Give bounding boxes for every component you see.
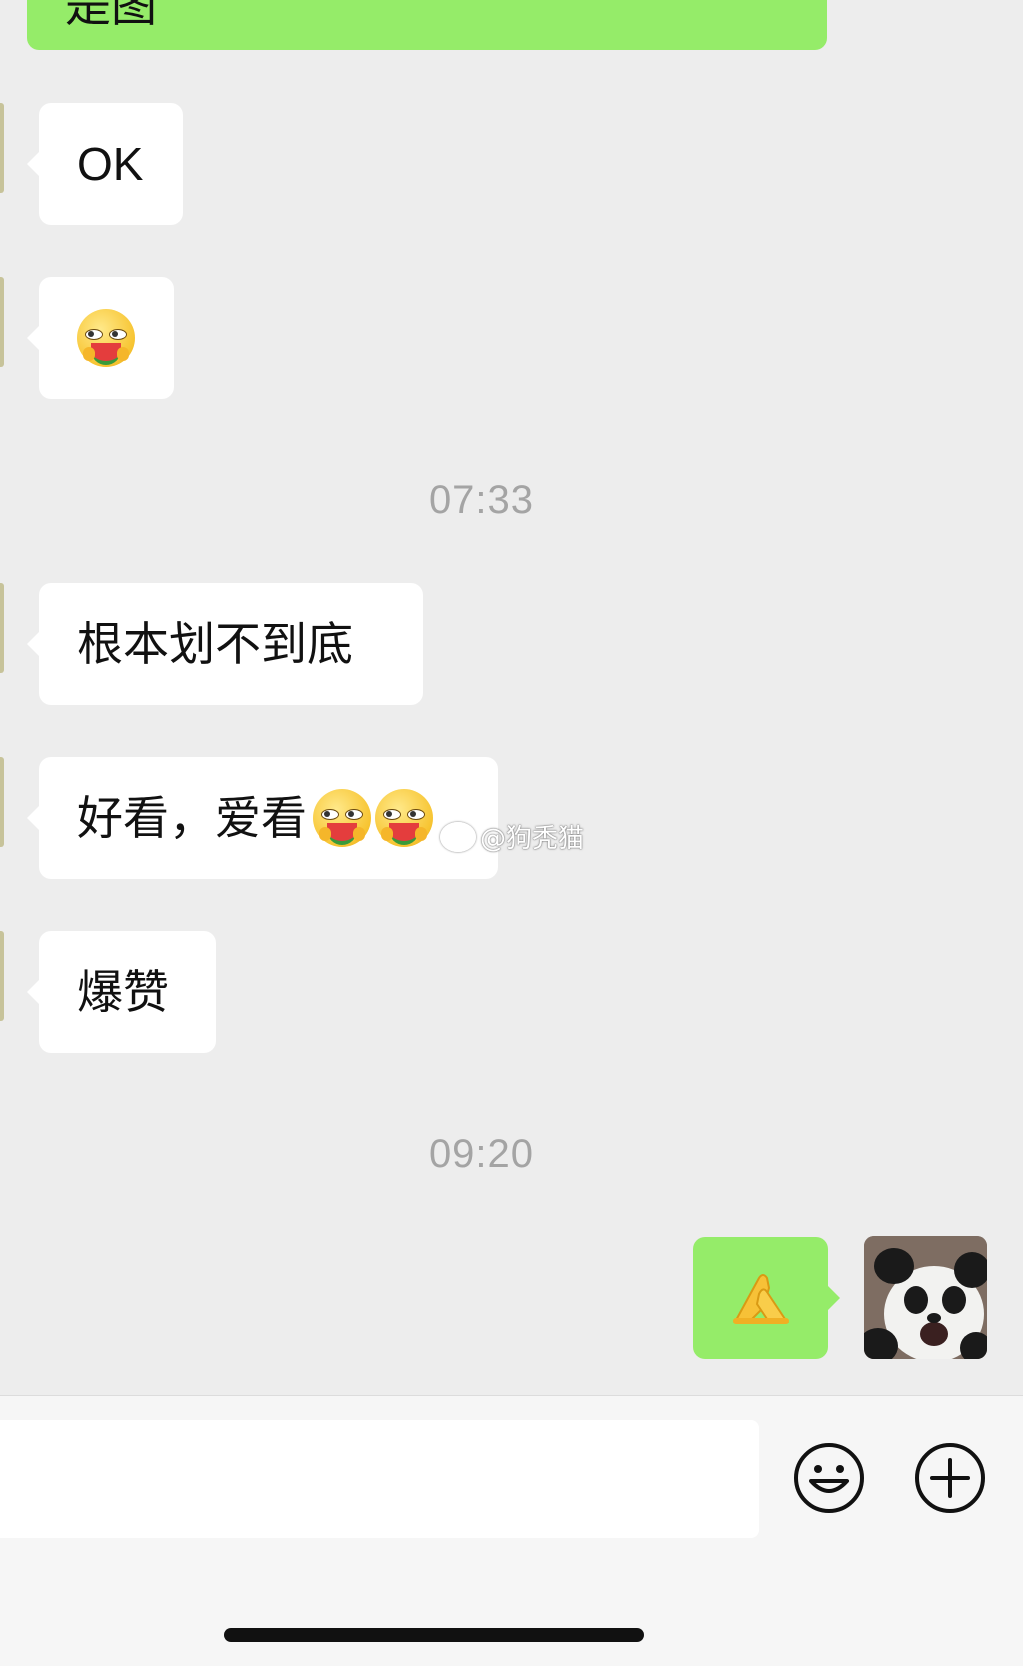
avatar[interactable] bbox=[0, 931, 4, 1021]
input-bar bbox=[0, 1395, 1023, 1666]
message-text: OK bbox=[77, 138, 144, 190]
watermark-text: @狗秃猫 bbox=[480, 824, 585, 854]
message-bubble-text[interactable]: 根本划不到底 bbox=[27, 583, 423, 705]
weibo-logo-icon bbox=[440, 821, 476, 852]
message-bubble-ok[interactable]: OK bbox=[27, 103, 183, 225]
avatar-panda[interactable] bbox=[864, 1236, 987, 1359]
message-text: 好看，爱看 bbox=[77, 791, 307, 845]
watermelon-eating-face-icon bbox=[77, 309, 135, 367]
timestamp: 09:20 bbox=[428, 1132, 535, 1176]
more-button[interactable] bbox=[913, 1441, 987, 1515]
avatar[interactable] bbox=[0, 757, 4, 847]
chat-area[interactable]: 是图 OK 07:33 根本划不到底 好看，爱看 @狗秃猫 爆赞 09:20 bbox=[0, 0, 1023, 1395]
message-bubble-text[interactable]: 爆赞 bbox=[27, 931, 216, 1053]
panda-avatar-image bbox=[864, 1236, 987, 1359]
message-text: 根本划不到底 bbox=[77, 617, 353, 671]
message-input[interactable] bbox=[0, 1420, 759, 1538]
smiley-icon bbox=[794, 1443, 864, 1513]
avatar[interactable] bbox=[0, 583, 4, 673]
message-bubble-outgoing-top[interactable]: 是图 bbox=[27, 0, 827, 50]
watermelon-eating-face-icon bbox=[375, 789, 433, 847]
avatar[interactable] bbox=[0, 277, 4, 367]
avatar[interactable] bbox=[0, 103, 4, 193]
message-text: 是图 bbox=[65, 0, 157, 32]
emoji-button[interactable] bbox=[792, 1441, 866, 1515]
plus-icon bbox=[915, 1443, 985, 1513]
timestamp: 07:33 bbox=[428, 478, 535, 522]
watermelon-eating-face-icon bbox=[313, 789, 371, 847]
message-text: 爆赞 bbox=[77, 965, 169, 1019]
message-bubble-emoji[interactable] bbox=[27, 277, 174, 399]
message-bubble-outgoing[interactable] bbox=[693, 1237, 840, 1359]
watermark: @狗秃猫 bbox=[440, 818, 584, 855]
home-indicator[interactable] bbox=[224, 1628, 644, 1642]
pressed-hands-icon bbox=[732, 1274, 789, 1324]
message-bubble-text-emoji[interactable]: 好看，爱看 bbox=[27, 757, 498, 879]
